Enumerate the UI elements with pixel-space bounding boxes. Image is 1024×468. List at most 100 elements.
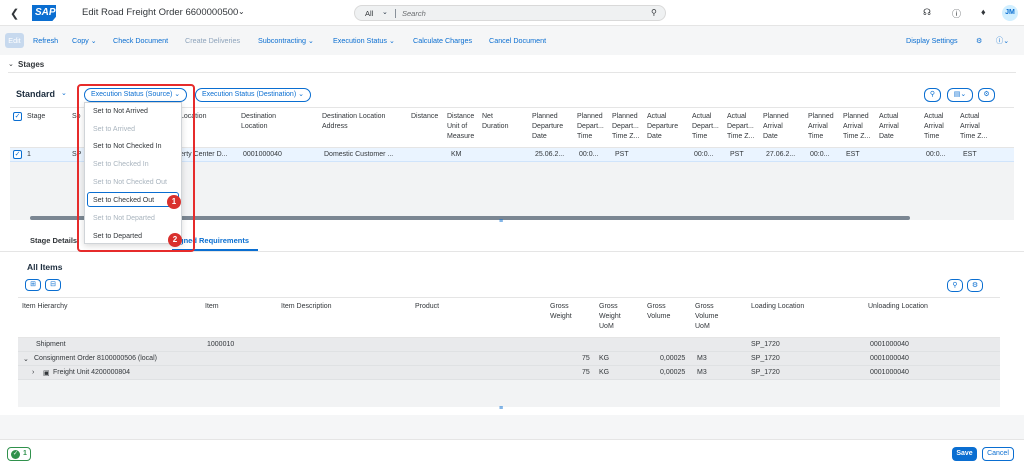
search-icon[interactable]: ⚲	[924, 88, 941, 102]
create-deliveries-button[interactable]: Create Deliveries	[185, 33, 240, 49]
cell-planned-arr-date: 27.06.2...	[766, 151, 796, 158]
tab-stage-details[interactable]: Stage Details	[30, 236, 77, 245]
search-input[interactable]: Search	[402, 9, 426, 18]
cell-hierarchy: Shipment	[36, 341, 66, 348]
cell-planned-arr-time: 00:0...	[810, 151, 830, 158]
col-actual-arr-tz: Actual Arrival Time Z...	[960, 112, 987, 142]
col-planned-arr-date: Planned Arrival Date	[763, 112, 789, 142]
calculate-charges-button[interactable]: Calculate Charges	[413, 33, 472, 49]
footer-bar: ✓ 1 Save Cancel	[0, 439, 1024, 468]
cell-loading: SP_1720	[751, 341, 780, 348]
label: Time	[577, 133, 593, 140]
col-actual-dep-time: Actual Depart... Time	[692, 112, 719, 142]
cell-hierarchy: Consignment Order 8100000506 (local)	[34, 355, 157, 362]
col-actual-dep-tz: Actual Depart... Time Z...	[727, 112, 754, 142]
label: UoM	[695, 323, 710, 330]
cell-gross-weight: 75	[582, 355, 590, 362]
label: Address	[322, 123, 348, 130]
table-row[interactable]: › ▣ Freight Unit 4200000804 75 KG 0,0002…	[18, 366, 1000, 380]
row-checkbox[interactable]: ✓	[13, 150, 22, 159]
save-button[interactable]: Save	[952, 447, 977, 461]
edit-button[interactable]: Edit	[5, 33, 24, 48]
export-icon[interactable]: ▤⌄	[947, 88, 973, 102]
expand-chevron-icon[interactable]: ⌄	[23, 355, 29, 363]
collapse-chevron-icon[interactable]: ⌄	[8, 60, 14, 68]
col-distance-uom: Distance Unit of Measure	[447, 112, 474, 142]
label: Gross	[647, 303, 666, 310]
table-row[interactable]: Shipment 1000010 SP_1720 0001000040	[18, 338, 1000, 352]
col-dest-location: Destination Location	[241, 112, 276, 132]
bell-icon[interactable]: ♦	[981, 7, 986, 17]
message-button[interactable]: ✓ 1	[7, 447, 31, 461]
chevron-down-icon[interactable]: ⌄	[382, 8, 388, 16]
label: Depart...	[612, 123, 639, 130]
chevron-down-icon[interactable]: ⌄	[61, 89, 67, 97]
sap-logo[interactable]: SAP	[32, 5, 66, 21]
label: Time	[808, 133, 824, 140]
col-planned-dep-tz: Planned Depart... Time Z...	[612, 112, 639, 142]
avatar[interactable]: JM	[1002, 5, 1018, 21]
col-distance: Distance	[411, 113, 439, 120]
exec-status-dest-label: Execution Status (Destination)	[202, 91, 297, 98]
label: Gross	[599, 303, 618, 310]
label: Date	[647, 133, 662, 140]
label: Date	[532, 133, 547, 140]
stages-section-title: Stages	[18, 60, 45, 69]
copy-button[interactable]: Copy ⌄	[72, 33, 97, 49]
cell-dest-address: Domestic Customer ...	[324, 151, 394, 158]
label: Planned	[763, 113, 789, 120]
search-icon[interactable]: ⚲	[947, 279, 963, 292]
select-all-checkbox[interactable]: ✓	[13, 112, 22, 121]
label: Actual	[692, 113, 712, 120]
table-settings-icon[interactable]: ⚙	[978, 88, 995, 102]
col-item-hierarchy: Item Hierarchy	[22, 303, 68, 310]
expand-all-icon[interactable]: ⊞	[25, 279, 41, 291]
subcontracting-button[interactable]: Subcontracting ⌄	[258, 33, 314, 49]
col-unloading-location: Unloading Location	[868, 303, 928, 310]
subcontracting-label: Subcontracting	[258, 36, 306, 45]
label: Net	[482, 113, 493, 120]
search-scope-select[interactable]: All	[365, 9, 373, 18]
refresh-button[interactable]: Refresh	[33, 33, 58, 49]
app-title[interactable]: Edit Road Freight Order 6600000500	[82, 7, 238, 18]
collapse-all-icon[interactable]: ⊟	[45, 279, 61, 291]
exec-status-dest-button[interactable]: Execution Status (Destination) ⌄	[195, 88, 311, 102]
label: Distance	[447, 113, 475, 120]
settings-icon[interactable]: ⚙	[976, 33, 982, 49]
label: Gross	[695, 303, 714, 310]
resize-handle-icon[interactable]: ≡	[499, 218, 503, 225]
col-gross-volume-uom: Gross Volume UoM	[695, 302, 718, 332]
table-settings-icon[interactable]: ⚙	[967, 279, 983, 292]
label: Time Z...	[843, 133, 871, 140]
cell-loading: SP_1720	[751, 355, 780, 362]
resize-handle-icon[interactable]: ≡	[499, 405, 503, 412]
cancel-button[interactable]: Cancel	[982, 447, 1014, 461]
cell-stage: 1	[27, 151, 31, 158]
cell-actual-dep-tz: PST	[730, 151, 744, 158]
check-document-button[interactable]: Check Document	[113, 33, 168, 49]
col-net-duration: Net Duration	[482, 112, 508, 132]
label: Time	[692, 133, 708, 140]
cell-actual-dep-time: 00:0...	[694, 151, 714, 158]
search-field[interactable]: All ⌄ Search ⚲	[354, 5, 666, 21]
display-settings-button[interactable]: Display Settings	[906, 33, 958, 49]
label: Date	[879, 133, 894, 140]
execution-status-button[interactable]: Execution Status ⌄	[333, 33, 395, 49]
headset-icon[interactable]: ☊	[923, 7, 931, 18]
cell-gross-volume-uom: M3	[697, 369, 707, 376]
copy-label: Copy	[72, 36, 89, 45]
col-planned-dep-time: Planned Depart... Time	[577, 112, 604, 142]
shell-bar: ❮ SAP Edit Road Freight Order 6600000500…	[0, 0, 1024, 26]
search-icon[interactable]: ⚲	[651, 8, 657, 17]
cancel-document-button[interactable]: Cancel Document	[489, 33, 546, 49]
table-row[interactable]: ⌄ Consignment Order 8100000506 (local) 7…	[18, 352, 1000, 366]
help-menu-icon[interactable]: ⓘ⌄	[996, 33, 1009, 49]
variant-title[interactable]: Standard	[16, 89, 55, 99]
help-icon[interactable]: ⓘ	[952, 7, 961, 20]
label: Arrival	[960, 123, 980, 130]
back-arrow-icon[interactable]: ❮	[10, 7, 19, 20]
col-actual-arr-time: Actual Arrival Time	[924, 112, 944, 142]
chevron-down-icon: ⌄	[307, 36, 314, 45]
expand-chevron-icon[interactable]: ›	[32, 369, 34, 376]
chevron-down-icon[interactable]: ⌄	[238, 7, 245, 16]
